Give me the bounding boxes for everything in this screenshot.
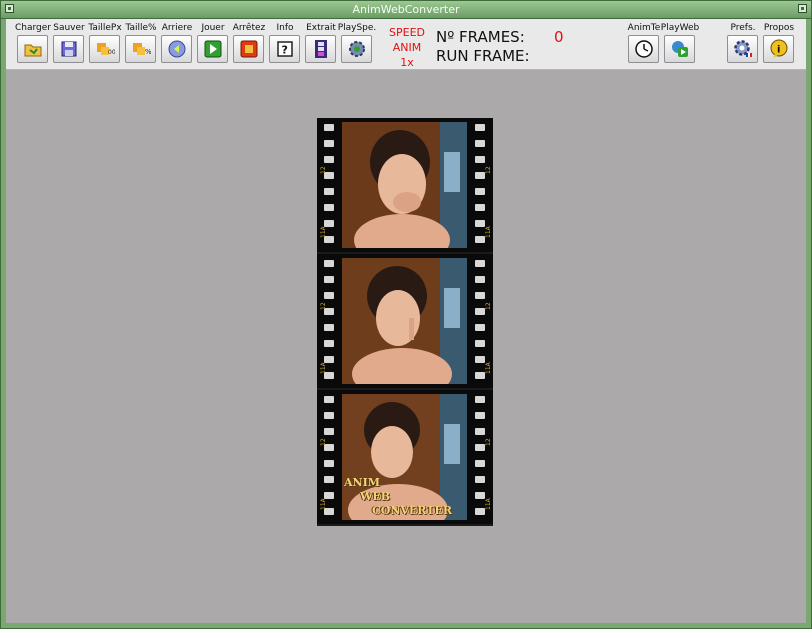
stop-button[interactable] [233, 35, 264, 63]
info-bubble-icon: i [770, 39, 787, 58]
about-button[interactable]: i [763, 35, 794, 63]
zoom-icon[interactable] [798, 4, 807, 13]
edge-number: 11A [485, 362, 492, 374]
anim-web-converter-logo: ANIM WEB CONVERTER [344, 476, 466, 518]
resize-px-icon: 00 [96, 43, 115, 56]
frames-info: Nº FRAMES: RUN FRAME: [436, 28, 530, 66]
play-special-tool: PlaySpe. [338, 19, 376, 69]
question-icon: ? [276, 41, 293, 57]
load-tool: Charger [15, 19, 51, 69]
extract-button[interactable] [305, 35, 336, 63]
logo-line-1: ANIM [344, 476, 380, 489]
edge-number: 11A [320, 362, 327, 374]
back-arrow-icon [168, 40, 185, 58]
film-frame: 12 11A 12 11A [317, 118, 493, 254]
app-window: AnimWebConverter Charger Sauver TaillePx… [0, 0, 812, 629]
logo-line-3: CONVERTER [372, 504, 452, 517]
svg-text:i: i [777, 45, 780, 56]
extract-tool: Extrait [303, 19, 339, 69]
play-icon [204, 40, 221, 58]
svg-text:?: ? [281, 44, 287, 57]
load-button[interactable] [17, 35, 48, 63]
svg-text:00: 00 [108, 49, 115, 56]
play-web-label: PlayWeb [660, 23, 700, 33]
anim-label: ANIM [392, 41, 422, 54]
save-tool: Sauver [51, 19, 87, 69]
edge-number: 12 [320, 166, 327, 174]
resize-percent-icon: % [132, 43, 151, 56]
frames-count-value: 0 [554, 28, 564, 46]
edge-number: 11A [485, 498, 492, 510]
edge-number: 12 [320, 438, 327, 446]
svg-text:%: % [145, 48, 151, 56]
film-frame: 12 11A 12 11A ANIM WEB CONVERTER [317, 390, 493, 526]
film-frame: 12 11A 12 11A [317, 254, 493, 390]
edge-number: 11A [320, 498, 327, 510]
play-web-button[interactable] [664, 35, 695, 63]
frame-photo [342, 122, 467, 248]
film-extract-icon [314, 40, 327, 58]
folder-icon [24, 44, 41, 57]
save-button[interactable] [53, 35, 84, 63]
edge-number: 12 [485, 438, 492, 446]
resize-px-button[interactable]: 00 [89, 35, 120, 63]
speed-indicator: SPEED ANIM 1x [382, 25, 432, 70]
edge-number: 12 [320, 302, 327, 310]
resize-percent-button[interactable]: % [125, 35, 156, 63]
play-special-label: PlaySpe. [337, 23, 377, 33]
anim-time-button[interactable] [628, 35, 659, 63]
about-tool: Propos i [761, 19, 797, 69]
web-play-icon [671, 41, 688, 57]
logo-line-2: WEB [360, 490, 391, 503]
gear-play-icon [348, 41, 365, 57]
frame-photo: ANIM WEB CONVERTER [342, 394, 467, 520]
play-button[interactable] [197, 35, 228, 63]
filmstrip-preview: 12 11A 12 11A 12 11A 12 11A 12 11A 12 11… [317, 118, 493, 526]
toolbar: Charger Sauver TaillePx 00 Taille% % Arr… [6, 19, 806, 70]
play-special-button[interactable] [341, 35, 372, 63]
title-bar[interactable]: AnimWebConverter [1, 1, 811, 19]
back-button[interactable] [161, 35, 192, 63]
stop-tool: Arrêtez [231, 19, 267, 69]
edge-number: 12 [485, 302, 492, 310]
play-web-tool: PlayWeb [661, 19, 699, 69]
back-tool: Arriere [159, 19, 195, 69]
edge-number: 11A [320, 226, 327, 238]
frame-photo [342, 258, 467, 384]
edge-number: 12 [485, 166, 492, 174]
prefs-button[interactable] [727, 35, 758, 63]
gear-prefs-icon [733, 40, 752, 57]
frames-count-label: Nº FRAMES: [436, 28, 525, 46]
stop-icon [240, 40, 257, 58]
run-frame-label: RUN FRAME: [436, 47, 530, 65]
info-button[interactable]: ? [269, 35, 300, 63]
info-tool: Info ? [267, 19, 303, 69]
window-title: AnimWebConverter [352, 3, 460, 16]
prefs-tool: Prefs. [725, 19, 761, 69]
clock-time-icon [634, 40, 653, 58]
resize-percent-tool: Taille% % [123, 19, 159, 69]
preview-area: 12 11A 12 11A 12 11A 12 11A 12 11A 12 11… [6, 70, 806, 623]
edge-number: 11A [485, 226, 492, 238]
play-tool: Jouer [195, 19, 231, 69]
speed-value: 1x [400, 56, 414, 69]
resize-px-tool: TaillePx 00 [87, 19, 123, 69]
floppy-save-icon [61, 41, 76, 57]
about-label: Propos [763, 23, 795, 33]
anim-time-tool: AnimTe [626, 19, 662, 69]
speed-label: SPEED [389, 26, 425, 39]
